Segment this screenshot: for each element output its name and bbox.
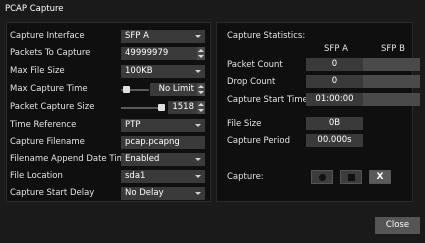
close-button[interactable]: Close: [375, 217, 420, 234]
filename-append-value: Enabled: [125, 154, 160, 164]
file-location-select[interactable]: sda1: [121, 170, 205, 183]
packet-capture-size-label: Packet Capture Size: [10, 102, 95, 112]
filename-append-select[interactable]: Enabled: [121, 153, 205, 166]
drop-count-sfp-b: [363, 75, 420, 88]
column-header-sfp-a: SFP A: [324, 44, 348, 54]
capture-start-time-sfp-a: 01:00:00: [306, 93, 363, 106]
max-file-size-label: Max File Size: [10, 66, 65, 76]
packets-to-capture-stepper[interactable]: 49999979: [121, 47, 205, 60]
record-icon: [319, 174, 326, 181]
capture-start-delay-select[interactable]: No Delay: [121, 187, 205, 200]
capture-filename-input[interactable]: pcap.pcapng: [121, 136, 205, 149]
capture-interface-value: SFP A: [125, 31, 149, 41]
window-title: PCAP Capture: [5, 4, 64, 14]
chevron-down-icon: [195, 124, 201, 127]
packet-capture-size-slider[interactable]: [121, 107, 163, 109]
time-reference-select[interactable]: PTP: [121, 119, 205, 132]
packet-capture-size-slider-thumb[interactable]: [158, 104, 165, 111]
max-file-size-select[interactable]: 100KB: [121, 65, 205, 78]
statistics-heading: Capture Statistics:: [227, 31, 306, 41]
max-file-size-value: 100KB: [125, 66, 153, 76]
capture-start-delay-value: No Delay: [125, 188, 164, 198]
packet-count-label: Packet Count: [227, 60, 283, 70]
spin-arrows-icon[interactable]: [197, 47, 205, 60]
spin-arrows-icon[interactable]: [197, 101, 205, 114]
capture-start-time-sfp-b: [363, 93, 420, 106]
stop-button[interactable]: [340, 170, 362, 184]
chevron-down-icon: [195, 158, 201, 161]
file-size-label: File Size: [227, 119, 262, 129]
max-capture-time-stepper[interactable]: No Limit: [150, 83, 205, 96]
chevron-down-icon: [195, 192, 201, 195]
capture-start-time-label: Capture Start Time: [227, 95, 308, 105]
file-location-label: File Location: [10, 171, 63, 181]
time-reference-value: PTP: [125, 120, 141, 130]
clear-icon: X: [376, 172, 384, 182]
drop-count-sfp-a: 0: [306, 75, 363, 88]
capture-interface-label: Capture Interface: [10, 31, 85, 41]
packet-count-sfp-a: 0: [306, 58, 363, 71]
max-capture-time-label: Max Capture Time: [10, 84, 88, 94]
capture-filename-value: pcap.pcapng: [125, 137, 180, 147]
file-size-value: 0B: [306, 117, 363, 130]
time-reference-label: Time Reference: [10, 120, 77, 130]
packets-to-capture-value: 49999979: [125, 48, 169, 58]
capture-period-value: 00.000s: [306, 134, 363, 147]
spin-arrows-icon[interactable]: [197, 83, 205, 96]
stop-icon: [348, 174, 355, 181]
file-location-value: sda1: [125, 171, 146, 181]
capture-period-label: Capture Period: [227, 136, 291, 146]
chevron-down-icon: [195, 35, 201, 38]
filename-append-label: Filename Append Date Time: [10, 154, 131, 164]
chevron-down-icon: [195, 175, 201, 178]
max-capture-time-slider-thumb[interactable]: [123, 86, 130, 93]
chevron-down-icon: [195, 70, 201, 73]
capture-start-delay-label: Capture Start Delay: [10, 188, 95, 198]
packet-count-sfp-b: [363, 58, 420, 71]
column-header-sfp-b: SFP B: [381, 44, 405, 54]
capture-interface-select[interactable]: SFP A: [121, 30, 205, 43]
packet-capture-size-stepper[interactable]: 1518: [168, 101, 205, 114]
drop-count-label: Drop Count: [227, 77, 276, 87]
packets-to-capture-label: Packets To Capture: [10, 48, 91, 58]
packet-capture-size-value: 1518: [172, 102, 194, 112]
record-button[interactable]: [311, 170, 333, 184]
max-capture-time-value: No Limit: [158, 84, 194, 94]
clear-button[interactable]: X: [369, 170, 391, 184]
capture-filename-label: Capture Filename: [10, 137, 85, 147]
capture-label: Capture:: [227, 172, 264, 182]
